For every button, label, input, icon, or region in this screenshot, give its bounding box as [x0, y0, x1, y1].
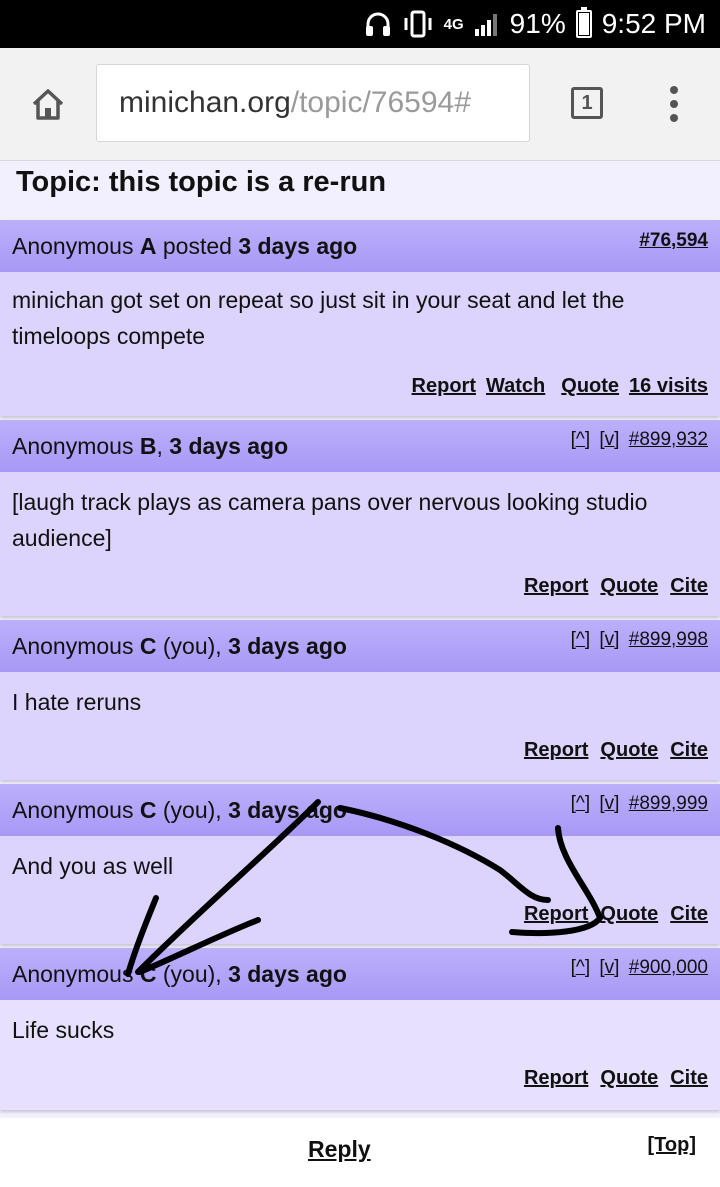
overflow-menu-icon[interactable]	[666, 86, 682, 122]
post-actions: Report Quote Cite	[512, 903, 708, 926]
post-actions: Report Quote Cite	[512, 575, 708, 598]
tab-switcher-button[interactable]: 1	[571, 87, 603, 119]
post-header: Anonymous C (you), 3 days ago [^] [v] #8…	[0, 620, 720, 672]
post-author: Anonymous C (you), 3 days ago	[12, 961, 347, 987]
quote-link[interactable]: Quote	[600, 1067, 658, 1089]
quote-link[interactable]: Quote	[600, 739, 658, 761]
post-links: [^] [v] #899,932	[567, 429, 708, 451]
post-author: Anonymous C (you), 3 days ago	[12, 797, 347, 823]
down-link[interactable]: [v]	[599, 429, 619, 450]
reply-link[interactable]: Reply	[308, 1136, 371, 1163]
post-actions: Report Quote Cite	[512, 1067, 708, 1090]
page-title: Topic: this topic is a re-run	[16, 166, 387, 198]
post-number-link[interactable]: #899,932	[629, 429, 708, 450]
status-bar: 4G 91% 9:52 PM	[0, 0, 720, 48]
battery-icon	[575, 7, 592, 38]
quote-link[interactable]: Quote	[600, 903, 658, 925]
signal-icon	[474, 11, 500, 37]
visits-link[interactable]: 16 visits	[629, 375, 708, 397]
post: Anonymous C (you), 3 days ago [^] [v] #9…	[0, 948, 720, 1110]
browser-toolbar: minichan.org/topic/76594# 1	[0, 48, 720, 161]
report-link[interactable]: Report	[524, 1067, 588, 1089]
post-links: [^] [v] #899,998	[567, 629, 708, 651]
home-icon[interactable]	[28, 84, 68, 124]
cite-link[interactable]: Cite	[670, 1067, 708, 1089]
post-links: [^] [v] #899,999	[567, 793, 708, 815]
post-body: Life sucks	[12, 1017, 115, 1043]
network-type: 4G	[443, 15, 464, 33]
cite-link[interactable]: Cite	[670, 903, 708, 925]
report-link[interactable]: Report	[412, 375, 476, 397]
post: Anonymous A posted 3 days ago #76,594 mi…	[0, 220, 720, 416]
watch-link[interactable]: Watch	[486, 375, 545, 397]
post-number-link[interactable]: #899,998	[629, 629, 708, 650]
post: Anonymous C (you), 3 days ago [^] [v] #8…	[0, 620, 720, 780]
top-link[interactable]: [Top]	[648, 1134, 697, 1157]
post-actions: Report Watch Quote 16 visits	[400, 375, 708, 398]
post-header: Anonymous A posted 3 days ago #76,594	[0, 220, 720, 272]
headphones-icon	[364, 10, 392, 38]
up-link[interactable]: [^]	[571, 793, 590, 814]
report-link[interactable]: Report	[524, 739, 588, 761]
post-author: Anonymous A posted 3 days ago	[12, 233, 358, 259]
url-host: minichan.org	[119, 86, 291, 119]
battery-percent: 91%	[509, 8, 566, 39]
post-body: I hate reruns	[12, 689, 142, 715]
post-links: [^] [v] #900,000	[567, 957, 708, 979]
down-link[interactable]: [v]	[599, 957, 619, 978]
quote-link[interactable]: Quote	[600, 575, 658, 597]
cite-link[interactable]: Cite	[670, 575, 708, 597]
post-header: Anonymous C (you), 3 days ago [^] [v] #8…	[0, 784, 720, 836]
report-link[interactable]: Report	[524, 903, 588, 925]
post-author: Anonymous C (you), 3 days ago	[12, 633, 347, 659]
post-header: Anonymous B, 3 days ago [^] [v] #899,932	[0, 420, 720, 472]
address-bar[interactable]: minichan.org/topic/76594#	[96, 64, 530, 142]
cite-link[interactable]: Cite	[670, 739, 708, 761]
up-link[interactable]: [^]	[571, 957, 590, 978]
post-number-link[interactable]: #76,594	[639, 230, 708, 251]
post-actions: Report Quote Cite	[512, 739, 708, 762]
down-link[interactable]: [v]	[599, 629, 619, 650]
up-link[interactable]: [^]	[571, 629, 590, 650]
post-body: And you as well	[12, 853, 174, 879]
url-path: /topic/76594#	[290, 86, 471, 119]
up-link[interactable]: [^]	[571, 429, 590, 450]
post-number-link[interactable]: #899,999	[629, 793, 708, 814]
vibrate-icon	[402, 10, 434, 38]
clock: 9:52 PM	[601, 8, 706, 39]
post-body: minichan got set on repeat so just sit i…	[12, 287, 625, 349]
post-number-link[interactable]: #900,000	[629, 957, 708, 978]
page-footer: Reply [Top]	[0, 1118, 720, 1187]
post: Anonymous C (you), 3 days ago [^] [v] #8…	[0, 784, 720, 944]
quote-link[interactable]: Quote	[561, 375, 619, 397]
post-links: #76,594	[635, 230, 708, 252]
post-author: Anonymous B, 3 days ago	[12, 433, 289, 459]
post-body: [laugh track plays as camera pans over n…	[12, 489, 648, 551]
report-link[interactable]: Report	[524, 575, 588, 597]
down-link[interactable]: [v]	[599, 793, 619, 814]
post-header: Anonymous C (you), 3 days ago [^] [v] #9…	[0, 948, 720, 1000]
status-icons: 4G 91% 9:52 PM	[364, 0, 706, 48]
post: Anonymous B, 3 days ago [^] [v] #899,932…	[0, 420, 720, 616]
